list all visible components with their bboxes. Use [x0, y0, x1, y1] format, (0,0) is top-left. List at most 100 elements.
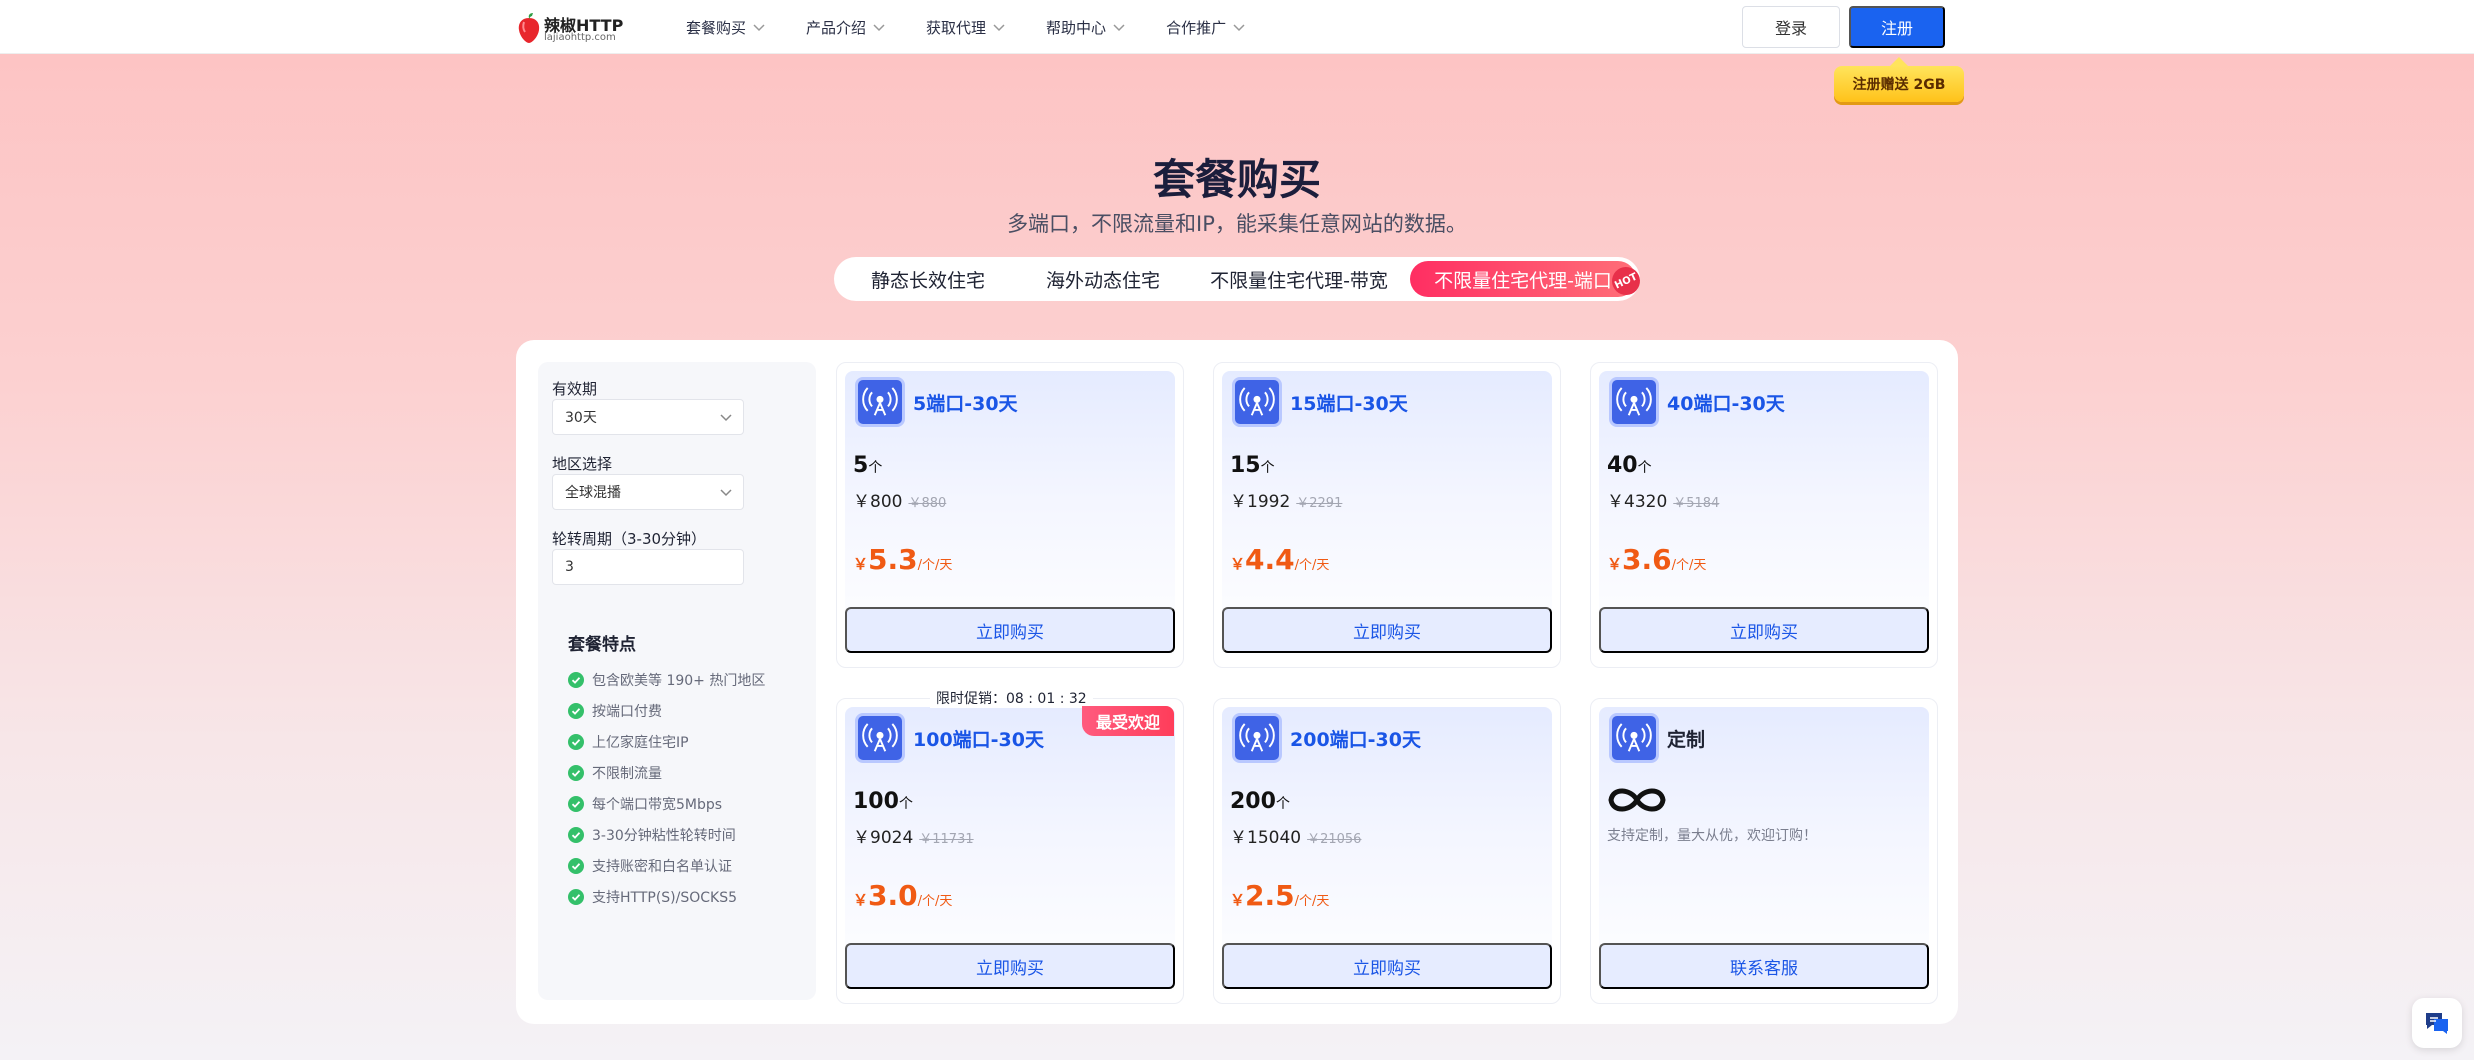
- unit-price-value: 3.6: [1622, 543, 1672, 576]
- list-item: 支持账密和白名单认证: [568, 850, 808, 881]
- currency: ￥: [1230, 555, 1246, 573]
- chat-widget-button[interactable]: [2412, 998, 2462, 1048]
- check-circle-icon: [568, 671, 584, 688]
- check-circle-icon: [568, 857, 584, 874]
- qty-value: 15: [1230, 453, 1261, 478]
- check-circle-icon: [568, 733, 584, 750]
- card-title: 100端口-30天: [913, 729, 1044, 751]
- page-title: 套餐购买: [1152, 155, 1321, 204]
- list-item: 3-30分钟粘性轮转时间: [568, 819, 808, 850]
- check-circle-icon: [568, 702, 584, 719]
- card-quantity: 5个: [853, 453, 882, 478]
- logo[interactable]: 辣椒HTTP lajiaohttp.com: [516, 8, 626, 48]
- rotation-value: 3: [565, 559, 574, 575]
- buy-now-button[interactable]: 立即购买: [845, 943, 1175, 989]
- card-unit-price: ￥3.0/个/天: [853, 879, 952, 912]
- currency: ￥: [1607, 555, 1623, 573]
- tab-unlimited-bandwidth[interactable]: 不限量住宅代理-带宽: [1188, 261, 1410, 297]
- unit-price-value: 3.0: [868, 879, 918, 912]
- currency: ￥: [1230, 891, 1246, 909]
- qty-unit: 个: [868, 460, 883, 476]
- qty-value: 100: [853, 789, 899, 814]
- card-price: ￥4320 ￥5184: [1607, 487, 1719, 512]
- infinity-icon: [1608, 788, 1666, 812]
- card-quantity: 40个: [1607, 453, 1652, 478]
- chili-logo-icon: [518, 13, 540, 43]
- card-quantity: 200个: [1230, 789, 1290, 814]
- chevron-down-icon: [1233, 24, 1245, 32]
- contact-support-button[interactable]: 联系客服: [1599, 943, 1929, 989]
- unit-per: /个/天: [1671, 558, 1707, 573]
- feature-text: 不限制流量: [592, 765, 662, 782]
- qty-value: 200: [1230, 789, 1276, 814]
- tab-static-residential[interactable]: 静态长效住宅: [838, 261, 1018, 297]
- card-unit-price: ￥5.3/个/天: [853, 543, 952, 576]
- feature-text: 3-30分钟粘性轮转时间: [592, 827, 736, 844]
- validity-value: 30天: [565, 410, 597, 426]
- antenna-icon: [1609, 377, 1659, 427]
- card-price: ￥800 ￥880: [853, 487, 946, 512]
- list-item: 每个端口带宽5Mbps: [568, 788, 808, 819]
- unit-per: /个/天: [917, 558, 953, 573]
- list-item: 支持HTTP(S)/SOCKS5: [568, 881, 808, 912]
- nav-item-packages[interactable]: 套餐购买: [686, 0, 766, 54]
- unit-per: /个/天: [917, 894, 953, 909]
- currency: ￥: [853, 555, 869, 573]
- feature-text: 包含欧美等 190+ 热门地区: [592, 672, 766, 689]
- card-price: ￥1992 ￥2291: [1230, 487, 1342, 512]
- rotation-input[interactable]: 3: [552, 549, 744, 585]
- qty-unit: 个: [898, 796, 913, 812]
- buy-now-button[interactable]: 立即购买: [845, 607, 1175, 653]
- tab-overseas-dynamic[interactable]: 海外动态住宅: [1018, 261, 1188, 297]
- package-card-5-port: 5端口-30天 5个 ￥800 ￥880 ￥5.3/个/天 立即购买: [836, 362, 1184, 668]
- antenna-icon: [1232, 713, 1282, 763]
- price-value: ￥800: [853, 492, 903, 512]
- card-quantity: 100个: [853, 789, 913, 814]
- custom-description: 支持定制，量大从优，欢迎订购！: [1607, 828, 1817, 844]
- unit-price-value: 2.5: [1245, 879, 1295, 912]
- buy-now-button[interactable]: 立即购买: [1599, 607, 1929, 653]
- package-card-40-port: 40端口-30天 40个 ￥4320 ￥5184 ￥3.6/个/天 立即购买: [1590, 362, 1938, 668]
- original-price: ￥21056: [1307, 832, 1362, 847]
- original-price: ￥880: [908, 496, 947, 511]
- price-value: ￥9024: [853, 828, 914, 848]
- validity-label: 有效期: [552, 380, 598, 398]
- nav-item-partner[interactable]: 合作推广: [1166, 0, 1246, 54]
- nav-item-get-proxy[interactable]: 获取代理: [926, 0, 1006, 54]
- nav-item-help[interactable]: 帮助中心: [1046, 0, 1126, 54]
- feature-text: 上亿家庭住宅IP: [592, 734, 689, 751]
- promo-countdown: 限时促销：08 : 01 : 32: [930, 688, 1093, 708]
- nav-label: 合作推广: [1166, 18, 1227, 37]
- package-card-100-port: 100端口-30天 100个 ￥9024 ￥11731 ￥3.0/个/天 立即购买: [836, 698, 1184, 1004]
- unit-per: /个/天: [1294, 558, 1330, 573]
- qty-value: 40: [1607, 453, 1638, 478]
- chevron-down-icon: [720, 489, 732, 497]
- list-item: 按端口付费: [568, 695, 808, 726]
- product-tabs: 静态长效住宅 海外动态住宅 不限量住宅代理-带宽 不限量住宅代理-端口 HOT: [834, 257, 1645, 301]
- most-popular-badge: 最受欢迎: [1082, 706, 1174, 736]
- region-select[interactable]: 全球混播: [552, 474, 744, 510]
- card-price: ￥9024 ￥11731: [853, 823, 974, 848]
- package-card-200-port: 200端口-30天 200个 ￥15040 ￥21056 ￥2.5/个/天 立即购…: [1213, 698, 1561, 1004]
- check-circle-icon: [568, 795, 584, 812]
- features-title: 套餐特点: [568, 635, 636, 655]
- nav-item-products[interactable]: 产品介绍: [806, 0, 886, 54]
- check-circle-icon: [568, 888, 584, 905]
- buy-now-button[interactable]: 立即购买: [1222, 607, 1552, 653]
- card-title: 200端口-30天: [1290, 729, 1421, 751]
- card-title: 5端口-30天: [913, 393, 1018, 415]
- login-button[interactable]: 登录: [1742, 6, 1840, 48]
- features-list: 包含欧美等 190+ 热门地区 按端口付费 上亿家庭住宅IP 不限制流量 每个端…: [568, 664, 808, 912]
- buy-now-button[interactable]: 立即购买: [1222, 943, 1552, 989]
- chat-icon: [2426, 1013, 2448, 1034]
- logo-domain: lajiaohttp.com: [544, 32, 616, 43]
- register-button[interactable]: 注册: [1849, 6, 1945, 48]
- feature-text: 每个端口带宽5Mbps: [592, 796, 723, 813]
- original-price: ￥5184: [1673, 496, 1720, 511]
- check-circle-icon: [568, 826, 584, 843]
- card-unit-price: ￥4.4/个/天: [1230, 543, 1329, 576]
- card-title: 40端口-30天: [1667, 393, 1785, 415]
- tab-unlimited-port[interactable]: 不限量住宅代理-端口 HOT: [1410, 261, 1645, 300]
- validity-select[interactable]: 30天: [552, 399, 744, 435]
- main-nav: 套餐购买 产品介绍 获取代理 帮助中心 合作推广: [686, 0, 1286, 54]
